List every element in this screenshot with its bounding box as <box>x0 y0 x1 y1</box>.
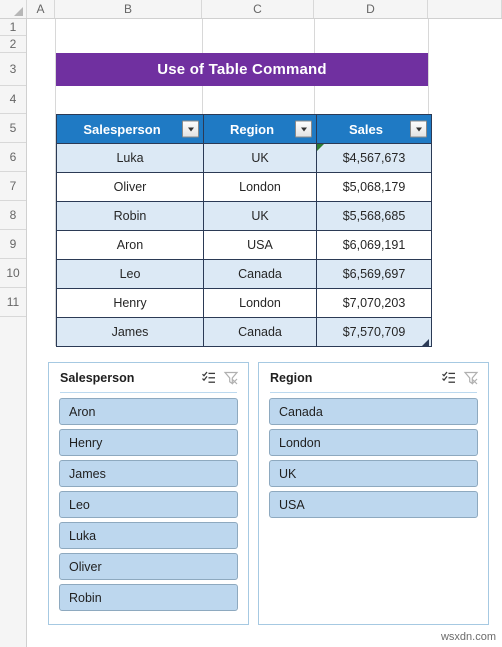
column-header-a[interactable]: A <box>27 0 55 18</box>
cell-region[interactable]: Canada <box>203 317 317 347</box>
column-header-salesperson[interactable]: Salesperson <box>56 114 204 144</box>
column-header-c[interactable]: C <box>202 0 314 18</box>
cell-region[interactable]: UK <box>203 143 317 173</box>
slicer-region-items: Canada London UK USA <box>259 393 488 518</box>
row-header-9[interactable]: 9 <box>0 230 26 259</box>
slicer-item[interactable]: UK <box>269 460 478 487</box>
slicer-salesperson: Salesperson Aron Henry James Leo Luka Ol… <box>48 362 249 625</box>
slicer-item[interactable]: USA <box>269 491 478 518</box>
select-all-corner[interactable] <box>0 0 27 18</box>
cell-region[interactable]: London <box>203 288 317 318</box>
slicer-salesperson-title: Salesperson <box>60 371 135 385</box>
cell-salesperson[interactable]: Robin <box>56 201 204 231</box>
slicer-item[interactable]: Luka <box>59 522 238 549</box>
row-header-2[interactable]: 2 <box>0 36 26 53</box>
slicer-salesperson-header: Salesperson <box>49 363 248 393</box>
table-resize-handle[interactable] <box>422 339 429 346</box>
slicer-item[interactable]: Aron <box>59 398 238 425</box>
page-title: Use of Table Command <box>56 53 428 86</box>
table-row: Robin UK $5,568,685 <box>56 201 432 231</box>
slicer-item[interactable]: Oliver <box>59 553 238 580</box>
cell-sales[interactable]: $7,570,709 <box>316 317 432 347</box>
slicer-region: Region Canada London UK USA <box>258 362 489 625</box>
cell-sales[interactable]: $6,569,697 <box>316 259 432 289</box>
cell-salesperson[interactable]: Luka <box>56 143 204 173</box>
cell-region[interactable]: UK <box>203 201 317 231</box>
cell-region[interactable]: USA <box>203 230 317 260</box>
multi-select-icon[interactable] <box>200 369 218 387</box>
table-row: Oliver London $5,068,179 <box>56 172 432 202</box>
slicer-region-title: Region <box>270 371 313 385</box>
cell-region[interactable]: London <box>203 172 317 202</box>
cell-salesperson[interactable]: Henry <box>56 288 204 318</box>
cell-sales[interactable]: $5,568,685 <box>316 201 432 231</box>
slicer-region-header: Region <box>259 363 488 393</box>
cell-sales[interactable]: $5,068,179 <box>316 172 432 202</box>
column-header-bar: ABCD <box>0 0 502 19</box>
row-header-5[interactable]: 5 <box>0 114 26 143</box>
clear-filter-icon[interactable] <box>222 369 240 387</box>
row-header-1[interactable]: 1 <box>0 19 26 36</box>
column-header-e[interactable] <box>428 0 502 18</box>
slicer-salesperson-divider <box>60 392 237 393</box>
slicer-item[interactable]: Canada <box>269 398 478 425</box>
column-header-region[interactable]: Region <box>203 114 317 144</box>
column-header-d[interactable]: D <box>314 0 428 18</box>
cell-sales[interactable]: $7,070,203 <box>316 288 432 318</box>
table-row: Aron USA $6,069,191 <box>56 230 432 260</box>
filter-dropdown-icon-sales[interactable] <box>410 120 427 138</box>
cell-salesperson[interactable]: Leo <box>56 259 204 289</box>
slicer-item[interactable]: London <box>269 429 478 456</box>
table-row: Leo Canada $6,569,697 <box>56 259 432 289</box>
slicer-item[interactable]: Robin <box>59 584 238 611</box>
row-header-10[interactable]: 10 <box>0 259 26 288</box>
filter-dropdown-icon-region[interactable] <box>295 120 312 138</box>
error-indicator-icon <box>317 144 324 151</box>
slicer-item[interactable]: James <box>59 460 238 487</box>
row-header-3[interactable]: 3 <box>0 53 26 86</box>
filter-dropdown-icon-salesperson[interactable] <box>182 120 199 138</box>
cell-sales[interactable]: $4,567,673 <box>316 143 432 173</box>
row-header-7[interactable]: 7 <box>0 172 26 201</box>
watermark: wsxdn.com <box>440 631 496 643</box>
row-header-4[interactable]: 4 <box>0 86 26 114</box>
row-header-6[interactable]: 6 <box>0 143 26 172</box>
slicer-region-divider <box>270 392 477 393</box>
table-row: Luka UK $4,567,673 <box>56 143 432 173</box>
table-row: James Canada $7,570,709 <box>56 317 432 347</box>
cell-salesperson[interactable]: James <box>56 317 204 347</box>
clear-filter-icon[interactable] <box>462 369 480 387</box>
row-header-bar: 1 2 3 4 5 6 7 8 9 10 11 <box>0 19 27 647</box>
multi-select-icon[interactable] <box>440 369 458 387</box>
cell-region[interactable]: Canada <box>203 259 317 289</box>
table-header-row: Salesperson Region Sales <box>56 114 432 144</box>
column-header-b[interactable]: B <box>55 0 202 18</box>
slicer-item[interactable]: Leo <box>59 491 238 518</box>
table-row: Henry London $7,070,203 <box>56 288 432 318</box>
cell-salesperson[interactable]: Oliver <box>56 172 204 202</box>
column-header-sales[interactable]: Sales <box>316 114 432 144</box>
cell-sales[interactable]: $6,069,191 <box>316 230 432 260</box>
row-header-8[interactable]: 8 <box>0 201 26 230</box>
slicer-salesperson-items: Aron Henry James Leo Luka Oliver Robin <box>49 393 248 611</box>
slicer-item[interactable]: Henry <box>59 429 238 456</box>
cell-salesperson[interactable]: Aron <box>56 230 204 260</box>
spreadsheet-canvas: ABCD 1 2 3 4 5 6 7 8 9 10 11 Use of Table Command … <box>0 0 502 647</box>
row-header-11[interactable]: 11 <box>0 288 26 317</box>
excel-table: Salesperson Region Sales Luka UK $4,567,67… <box>56 114 432 347</box>
